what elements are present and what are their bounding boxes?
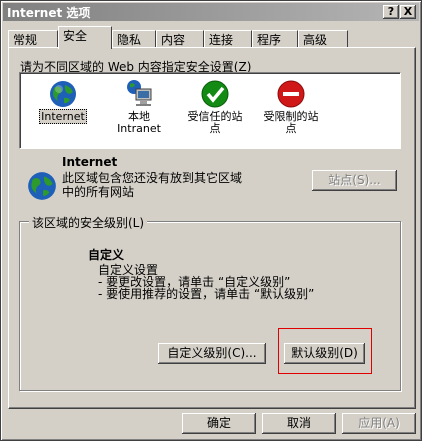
tab-programs[interactable]: 程序	[252, 30, 298, 48]
tab-general[interactable]: 常规	[8, 30, 58, 48]
zone-trusted-sites[interactable]: 受信任的站 点	[180, 75, 250, 135]
selected-zone-desc: 中的所有网站	[62, 185, 135, 199]
highlight-box	[278, 328, 372, 374]
zone-label: 本地 Intranet	[117, 110, 161, 135]
help-button[interactable]: ?	[383, 5, 399, 19]
zone-restricted-sites[interactable]: 受限制的站 点	[256, 75, 326, 135]
tab-advanced[interactable]: 高级	[298, 30, 348, 48]
restricted-sites-icon	[277, 80, 305, 108]
tab-privacy[interactable]: 隐私	[112, 30, 156, 48]
selected-zone-name: Internet	[62, 155, 118, 169]
sites-button[interactable]: 站点(S)...	[312, 170, 397, 191]
zone-list[interactable]: Internet 本地 Intranet 受信任的站 点 受限制的站 点	[19, 72, 401, 149]
trusted-sites-icon	[201, 80, 229, 108]
ok-button[interactable]: 确定	[182, 413, 256, 434]
cancel-button[interactable]: 取消	[262, 413, 336, 434]
zone-local-intranet[interactable]: 本地 Intranet	[104, 75, 174, 135]
zone-label: Internet	[39, 109, 87, 124]
tab-content[interactable]: 内容	[156, 30, 204, 48]
tab-connections[interactable]: 连接	[204, 30, 252, 48]
level-desc: - 要使用推荐的设置，请单击 “默认级别”	[98, 287, 315, 301]
apply-button[interactable]: 应用(A)	[342, 413, 416, 434]
window-title: Internet 选项	[7, 6, 91, 20]
local-intranet-icon	[127, 80, 152, 106]
zone-label: 受限制的站 点	[263, 110, 319, 135]
zone-internet[interactable]: Internet	[28, 75, 98, 124]
internet-globe-icon	[50, 81, 76, 107]
internet-globe-icon	[28, 172, 56, 200]
close-button[interactable]: X	[400, 5, 416, 19]
zone-label: 受信任的站 点	[187, 110, 243, 135]
title-bar[interactable]: Internet 选项 ? X	[3, 3, 419, 21]
security-level-group-title: 该区域的安全级别(L)	[29, 214, 148, 231]
custom-level-button[interactable]: 自定义级别(C)...	[158, 343, 266, 364]
tab-security[interactable]: 安全	[58, 26, 112, 49]
